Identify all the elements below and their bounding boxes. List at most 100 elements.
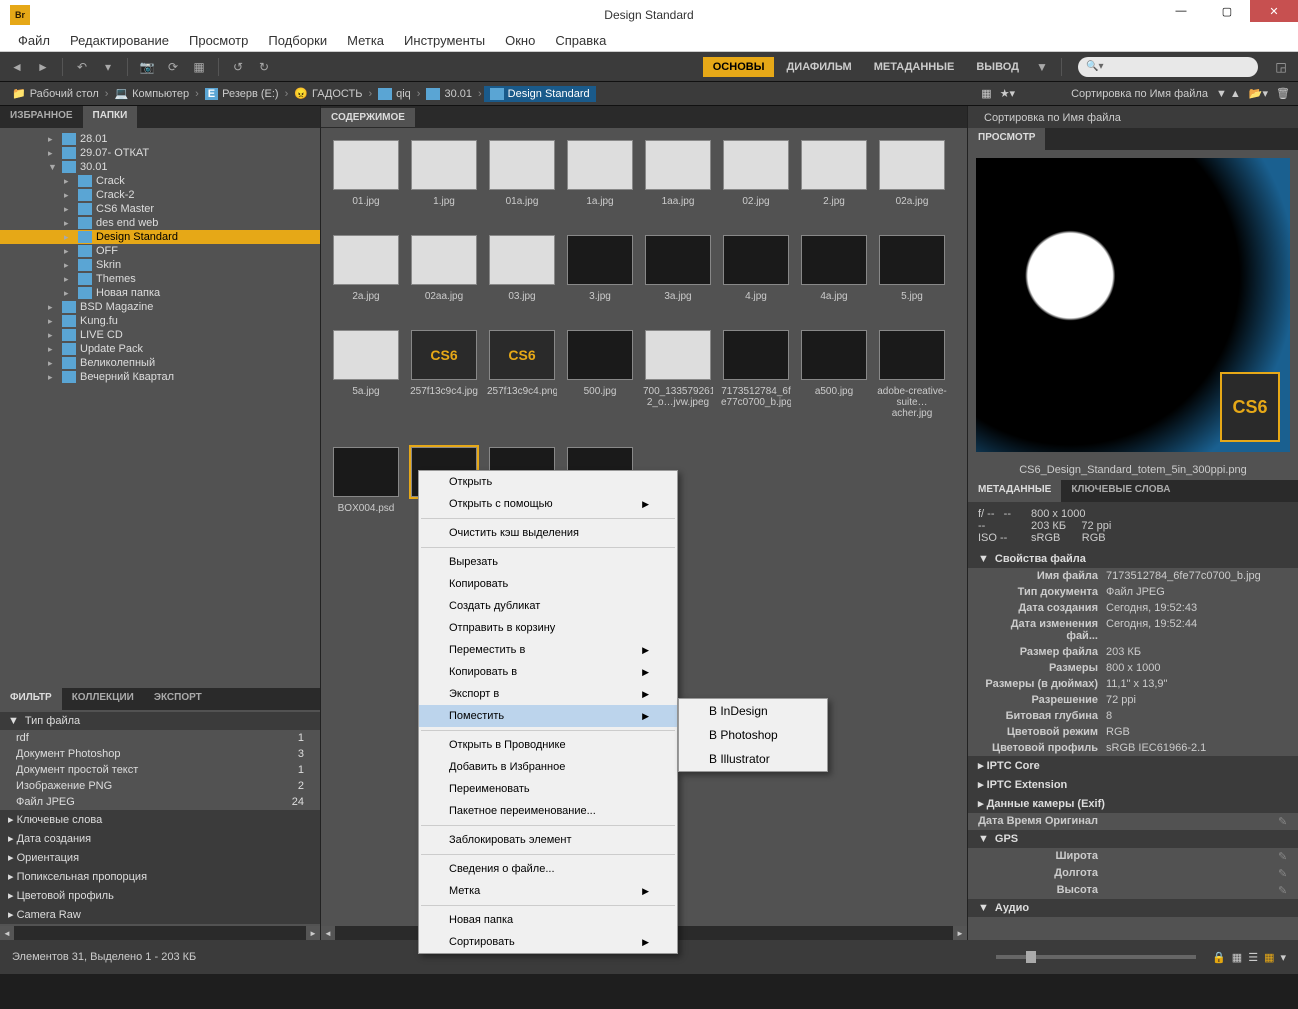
menu-label[interactable]: Метка	[337, 30, 394, 51]
context-menu-item[interactable]: Пакетное переименование...	[419, 800, 677, 822]
menu-window[interactable]: Окно	[495, 30, 545, 51]
context-menu-item[interactable]: Очистить кэш выделения	[419, 522, 677, 544]
thumbnail-item[interactable]: 5.jpg	[879, 235, 945, 302]
context-menu-item[interactable]: Открыть с помощью▶	[419, 493, 677, 515]
search-input[interactable]: 🔍▾	[1078, 57, 1258, 77]
thumbnail-item[interactable]: 1.jpg	[411, 140, 477, 207]
keywords-tab[interactable]: КЛЮЧЕВЫЕ СЛОВА	[1061, 480, 1180, 502]
scrollbar-horizontal[interactable]: ◄►	[0, 926, 320, 940]
preview-image[interactable]: CS6	[976, 158, 1290, 452]
breadcrumb-item[interactable]: E Резерв (E:)	[201, 88, 283, 100]
filter-section-header[interactable]: ▸ Дата создания	[0, 829, 320, 848]
folder-tree-item[interactable]: ▸Kung.fu	[0, 314, 320, 328]
filter-section-header[interactable]: ▸ Camera Raw	[0, 905, 320, 924]
thumbnail-item[interactable]: 500.jpg	[567, 330, 633, 419]
folder-tree-item[interactable]: ▸Великолепный	[0, 356, 320, 370]
context-menu-item[interactable]: Переименовать	[419, 778, 677, 800]
thumbnail-item[interactable]: 03.jpg	[489, 235, 555, 302]
thumbnail-item[interactable]: 4a.jpg	[801, 235, 867, 302]
workspace-tab[interactable]: ВЫВОД	[966, 57, 1029, 77]
favorites-tab[interactable]: ИЗБРАННОЕ	[0, 106, 83, 128]
context-menu-item[interactable]: Метка▶	[419, 880, 677, 902]
thumbnail-item[interactable]: 700_133579261 2_o…jvw.jpeg	[645, 330, 711, 419]
context-menu-item[interactable]: Новая папка	[419, 909, 677, 931]
thumbnail-item[interactable]: CS6257f13c9c4.jpg	[411, 330, 477, 419]
rotate-cw-icon[interactable]: ↻	[253, 56, 275, 78]
folder-tree-item[interactable]: ▸28.01	[0, 132, 320, 146]
recent-button[interactable]: ▾	[97, 56, 119, 78]
list-view-icon[interactable]: ☰	[1248, 951, 1258, 964]
grid-view-icon[interactable]: ▦	[1232, 951, 1242, 964]
folder-tree-item[interactable]: ▸Design Standard	[0, 230, 320, 244]
breadcrumb-item[interactable]: qiq	[374, 88, 415, 100]
folder-tree-item[interactable]: ▸Themes	[0, 272, 320, 286]
breadcrumb-item[interactable]: 📁 Рабочий стол	[8, 87, 103, 100]
menu-view[interactable]: Просмотр	[179, 30, 258, 51]
folder-tree-item[interactable]: ▼30.01	[0, 160, 320, 174]
content-tab[interactable]: СОДЕРЖИМОЕ	[321, 108, 415, 127]
folder-tree[interactable]: ▸28.01▸29.07- ОТКАТ▼30.01▸Crack▸Crack-2▸…	[0, 128, 320, 688]
context-menu-item[interactable]: Заблокировать элемент	[419, 829, 677, 851]
menu-tools[interactable]: Инструменты	[394, 30, 495, 51]
context-menu-item[interactable]: Добавить в Избранное	[419, 756, 677, 778]
thumbnail-item[interactable]: 3.jpg	[567, 235, 633, 302]
folder-tree-item[interactable]: ▸Skrin	[0, 258, 320, 272]
thumbnail-item[interactable]: adobe-creative- suite…acher.jpg	[879, 330, 945, 419]
submenu-item[interactable]: В Illustrator	[679, 747, 827, 771]
thumbnail-item[interactable]: 4.jpg	[723, 235, 789, 302]
thumbnail-item[interactable]: a500.jpg	[801, 330, 867, 419]
filter-tab[interactable]: ФИЛЬТР	[0, 688, 62, 710]
thumbnail-item[interactable]: 2.jpg	[801, 140, 867, 207]
folder-tree-item[interactable]: ▸Новая папка	[0, 286, 320, 300]
thumbnail-item[interactable]: 5a.jpg	[333, 330, 399, 419]
filter-section-header[interactable]: ▸ Цветовой профиль	[0, 886, 320, 905]
metadata-section-header[interactable]: ▼ Аудио	[968, 899, 1298, 917]
context-menu-item[interactable]: Сортировать▶	[419, 931, 677, 953]
thumbnail-item[interactable]: 2a.jpg	[333, 235, 399, 302]
filter-section-header[interactable]: ▸ Попиксельная пропорция	[0, 867, 320, 886]
folder-tree-item[interactable]: ▸CS6 Master	[0, 202, 320, 216]
workspace-dropdown-icon[interactable]: ▼	[1031, 56, 1053, 78]
thumbnail-item[interactable]: CS6257f13c9c4.png	[489, 330, 555, 419]
maximize-button[interactable]: ▢	[1204, 0, 1250, 22]
folder-open-icon[interactable]: 📂▾	[1249, 87, 1268, 100]
refine-icon[interactable]: ⟳	[162, 56, 184, 78]
menu-stacks[interactable]: Подборки	[258, 30, 337, 51]
thumbnail-item[interactable]: BOX004.psd	[333, 447, 399, 525]
collections-tab[interactable]: КОЛЛЕКЦИИ	[62, 688, 144, 710]
thumbnail-item[interactable]: 3a.jpg	[645, 235, 711, 302]
context-menu-item[interactable]: Открыть в Проводнике	[419, 734, 677, 756]
folder-tree-item[interactable]: ▸des end web	[0, 216, 320, 230]
metadata-section-header[interactable]: ▸ IPTC Extension	[968, 775, 1298, 794]
breadcrumb-item[interactable]: 💻 Компьютер	[110, 87, 193, 100]
metadata-tab[interactable]: МЕТАДАННЫЕ	[968, 480, 1061, 502]
filter-type-row[interactable]: Изображение PNG2	[0, 778, 320, 794]
view-dropdown-icon[interactable]: ▾	[1280, 951, 1286, 964]
thumbnail-item[interactable]: 1a.jpg	[567, 140, 633, 207]
context-menu-item[interactable]: Поместить▶	[419, 705, 677, 727]
context-menu-item[interactable]: Вырезать	[419, 551, 677, 573]
view-grid-icon[interactable]: ▦	[981, 87, 991, 100]
folder-tree-item[interactable]: ▸Update Pack	[0, 342, 320, 356]
thumbnail-item[interactable]: 02.jpg	[723, 140, 789, 207]
star-filter-icon[interactable]: ★▾	[1000, 87, 1015, 100]
output-icon[interactable]: ▦	[188, 56, 210, 78]
context-menu-item[interactable]: Сведения о файле...	[419, 858, 677, 880]
workspace-tab[interactable]: ОСНОВЫ	[703, 57, 775, 77]
thumbnail-item[interactable]: 02a.jpg	[879, 140, 945, 207]
workspace-tab[interactable]: ДИАФИЛЬМ	[776, 57, 861, 77]
filter-type-row[interactable]: Файл JPEG24	[0, 794, 320, 810]
folder-tree-item[interactable]: ▸Crack	[0, 174, 320, 188]
menu-file[interactable]: Файл	[8, 30, 60, 51]
metadata-section-header[interactable]: ▸ Данные камеры (Exif)	[968, 794, 1298, 813]
submenu-item[interactable]: В Photoshop	[679, 723, 827, 747]
workspace-tab[interactable]: МЕТАДАННЫЕ	[864, 57, 965, 77]
menu-help[interactable]: Справка	[545, 30, 616, 51]
folder-tree-item[interactable]: ▸BSD Magazine	[0, 300, 320, 314]
sort-label[interactable]: Сортировка по Имя файла	[1071, 88, 1208, 100]
filter-type-row[interactable]: Документ Photoshop3	[0, 746, 320, 762]
rotate-ccw-icon[interactable]: ↺	[227, 56, 249, 78]
preview-tab[interactable]: ПРОСМОТР	[968, 128, 1045, 150]
sort-label-right[interactable]: Сортировка по Имя файла	[984, 112, 1121, 124]
delete-icon[interactable]: 🗑	[1276, 87, 1290, 100]
